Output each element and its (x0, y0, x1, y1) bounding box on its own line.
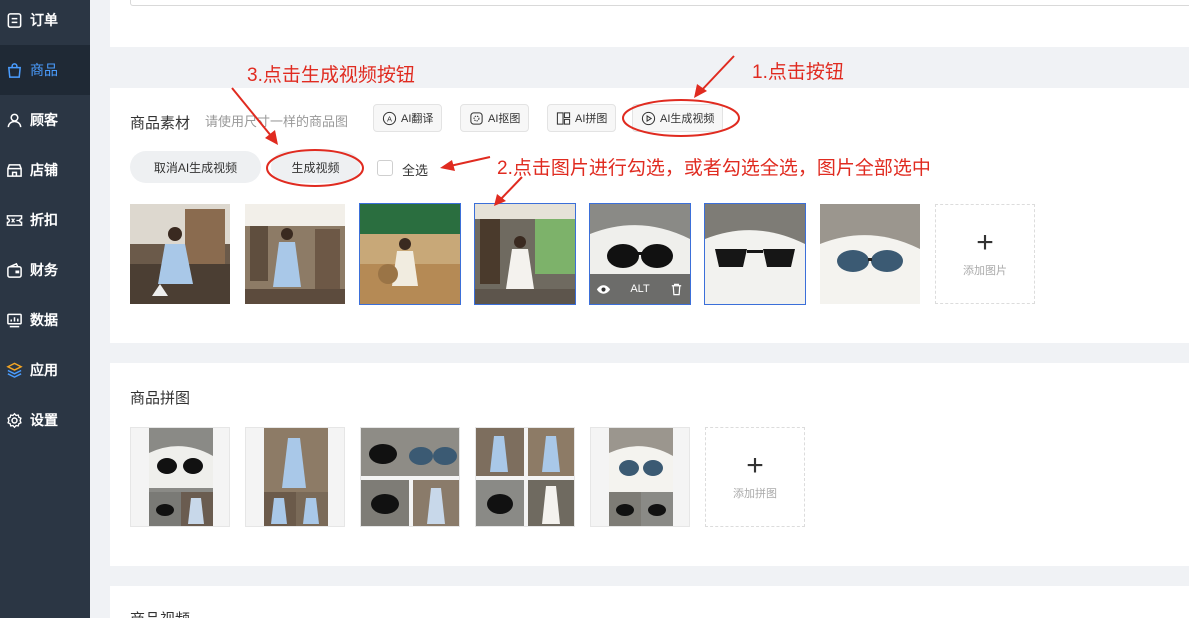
collage-panel: 商品拼图 + 添加拼图 (110, 363, 1189, 566)
material-image-1[interactable] (130, 204, 230, 304)
annotation-step3: 3.点击生成视频按钮 (247, 65, 415, 86)
material-image-5[interactable]: ALT (589, 203, 691, 305)
add-image-button[interactable]: + 添加图片 (935, 204, 1035, 304)
sidebar-item-data[interactable]: 数据 (0, 295, 90, 345)
material-image-7[interactable] (820, 204, 920, 304)
section-title-collage: 商品拼图 (130, 390, 191, 407)
material-image-6[interactable] (704, 203, 806, 305)
chart-icon (5, 311, 23, 329)
coupon-icon (5, 211, 23, 229)
materials-hint: 请使用尺寸一样的商品图 (205, 114, 349, 129)
cancel-ai-video-button[interactable]: 取消AI生成视频 (130, 151, 261, 183)
annotation-step2: 2.点击图片进行勾选，或者勾选全选，图片全部选中 (497, 158, 931, 179)
annotation-step1: 1.点击按钮 (752, 62, 844, 83)
collage-item-3[interactable] (360, 427, 460, 527)
alt-text-button[interactable]: ALT (630, 283, 649, 295)
add-image-label: 添加图片 (963, 265, 1007, 277)
shop-icon (5, 161, 23, 179)
plus-icon: + (976, 226, 994, 259)
sidebar-item-products[interactable]: 商品 (0, 45, 90, 95)
add-collage-label: 添加拼图 (733, 488, 777, 500)
ai-video-button[interactable]: AI生成视频 (632, 104, 724, 132)
add-collage-button[interactable]: + 添加拼图 (705, 427, 805, 527)
svg-text:A: A (387, 114, 392, 123)
wallet-icon (5, 261, 23, 279)
apps-icon (5, 361, 23, 379)
sidebar-item-settings[interactable]: 设置 (0, 395, 90, 445)
sidebar-item-label: 应用 (30, 362, 58, 378)
text-area[interactable] (130, 0, 1189, 6)
sidebar-item-label: 商品 (30, 62, 58, 78)
sidebar-item-finance[interactable]: 财务 (0, 245, 90, 295)
bag-icon (5, 61, 23, 79)
sidebar: 订单 商品 顾客 店铺 折扣 财务 数据 应用 设置 (0, 0, 90, 618)
cutout-icon (470, 111, 483, 125)
materials-panel: 商品素材 请使用尺寸一样的商品图 A AI翻译 AI抠图 AI拼图 AI生成视频… (110, 88, 1189, 343)
sidebar-item-shop[interactable]: 店铺 (0, 145, 90, 195)
collage-item-2[interactable] (245, 427, 345, 527)
section-title-materials: 商品素材 (130, 115, 191, 132)
play-icon (641, 111, 656, 125)
collage-item-5[interactable] (590, 427, 690, 527)
eye-icon[interactable] (596, 282, 611, 297)
ai-cutout-button[interactable]: AI抠图 (460, 104, 530, 132)
collage-icon (556, 111, 571, 125)
sidebar-item-orders[interactable]: 订单 (0, 0, 90, 45)
collage-item-4[interactable] (475, 427, 575, 527)
sidebar-item-label: 财务 (30, 262, 58, 278)
ai-collage-button[interactable]: AI拼图 (547, 104, 617, 132)
plus-icon: + (746, 449, 764, 482)
select-all-label: 全选 (402, 163, 429, 178)
material-image-2[interactable] (245, 204, 345, 304)
generate-video-button[interactable]: 生成视频 (271, 151, 360, 183)
sidebar-item-label: 顾客 (30, 112, 58, 128)
select-all-checkbox[interactable] (377, 160, 393, 176)
sidebar-item-label: 折扣 (30, 212, 58, 228)
material-image-3[interactable] (359, 203, 461, 305)
material-image-4[interactable] (474, 203, 576, 305)
top-panel (110, 0, 1189, 47)
collage-item-1[interactable] (130, 427, 230, 527)
translate-icon: A (382, 111, 397, 125)
ai-translate-label: AI翻译 (401, 113, 434, 125)
section-title-video: 商品视频 (130, 608, 190, 618)
sidebar-item-apps[interactable]: 应用 (0, 345, 90, 395)
trash-icon[interactable] (669, 282, 684, 297)
video-panel: 商品视频 (110, 586, 1189, 618)
sidebar-item-customers[interactable]: 顾客 (0, 95, 90, 145)
ai-collage-label: AI拼图 (575, 113, 608, 125)
sidebar-item-label: 订单 (30, 12, 58, 28)
image-hover-toolbar: ALT (590, 274, 690, 304)
ai-cutout-label: AI抠图 (488, 113, 521, 125)
sidebar-item-discount[interactable]: 折扣 (0, 195, 90, 245)
user-icon (5, 111, 23, 129)
arrow-step1 (699, 55, 735, 93)
order-icon (5, 11, 23, 29)
ai-translate-button[interactable]: A AI翻译 (373, 104, 443, 132)
gear-icon (5, 411, 23, 429)
sidebar-item-label: 数据 (30, 312, 58, 328)
sidebar-item-label: 设置 (30, 412, 58, 428)
ai-video-label: AI生成视频 (660, 113, 715, 125)
sidebar-item-label: 店铺 (30, 162, 58, 178)
